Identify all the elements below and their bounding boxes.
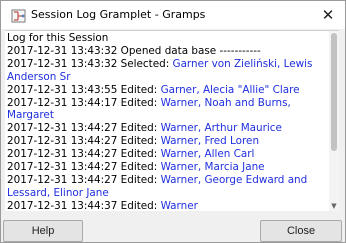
vertical-scrollbar[interactable]: ▼: [329, 31, 339, 212]
title-bar: Session Log Gramplet - Gramps ✕: [1, 1, 345, 29]
log-line: 2017-12-31 13:44:17 Edited: Warner, Noah…: [7, 97, 327, 123]
close-icon[interactable]: ✕: [317, 4, 339, 26]
log-line-text: 2017-12-31 13:44:27 Edited:: [7, 122, 161, 135]
log-line: 2017-12-31 13:44:27 Edited: Warner, Geor…: [7, 174, 327, 200]
horizontal-scrollbar[interactable]: [5, 211, 339, 217]
log-line-text: 2017-12-31 13:44:27 Edited:: [7, 148, 161, 161]
scrollbar-thumb[interactable]: [331, 33, 337, 151]
session-log-panel[interactable]: Log for this Session 2017-12-31 13:43:32 …: [5, 30, 339, 212]
log-line-text: 2017-12-31 13:43:55 Edited:: [7, 83, 161, 96]
log-line-text: 2017-12-31 13:44:27 Edited:: [7, 173, 161, 186]
log-line-text: 2017-12-31 13:44:37 Edited:: [7, 199, 161, 212]
log-line-text: 2017-12-31 13:44:17 Edited:: [7, 96, 161, 109]
log-line: 2017-12-31 13:44:27 Edited: Warner, Arth…: [7, 122, 327, 135]
log-line-text: 2017-12-31 13:43:32 Selected:: [7, 57, 173, 70]
log-entry-link[interactable]: Warner, Marcia Jane: [161, 161, 265, 173]
scroll-down-arrow-icon[interactable]: ▼: [330, 202, 338, 210]
log-line-text: Log for this Session: [7, 32, 109, 44]
log-line: 2017-12-31 13:43:32 Opened data base ---…: [7, 45, 327, 58]
log-line: 2017-12-31 13:44:27 Edited: Warner, Alle…: [7, 148, 327, 161]
log-entry-link[interactable]: Garner, Alecia "Allie" Clare: [161, 84, 300, 96]
log-entry-link[interactable]: Warner: [161, 200, 198, 212]
log-line: 2017-12-31 13:44:27 Edited: Warner, Marc…: [7, 161, 327, 174]
log-line: Log for this Session: [7, 32, 327, 45]
log-line: 2017-12-31 13:43:55 Edited: Garner, Alec…: [7, 84, 327, 97]
help-button[interactable]: Help: [3, 220, 83, 242]
close-button[interactable]: Close: [260, 220, 342, 242]
log-entry-link[interactable]: Warner, Allen Carl: [161, 148, 255, 160]
window-title: Session Log Gramplet - Gramps: [31, 8, 206, 21]
session-log-window: Session Log Gramplet - Gramps ✕ Log for …: [0, 0, 346, 243]
log-line-text: 2017-12-31 13:43:32 Opened data base ---…: [7, 44, 261, 57]
log-line: 2017-12-31 13:44:27 Edited: Warner, Fred…: [7, 135, 327, 148]
log-line-text: 2017-12-31 13:44:27 Edited:: [7, 135, 161, 148]
log-line-text: 2017-12-31 13:44:27 Edited:: [7, 161, 161, 174]
log-line: 2017-12-31 13:43:32 Selected: Garner von…: [7, 58, 327, 84]
gramps-app-icon: [11, 8, 26, 23]
log-entry-link[interactable]: Warner, Arthur Maurice: [161, 122, 282, 134]
log-entry-link[interactable]: Warner, Fred Loren: [161, 135, 259, 147]
log-text: Log for this Session 2017-12-31 13:43:32 …: [7, 32, 327, 212]
